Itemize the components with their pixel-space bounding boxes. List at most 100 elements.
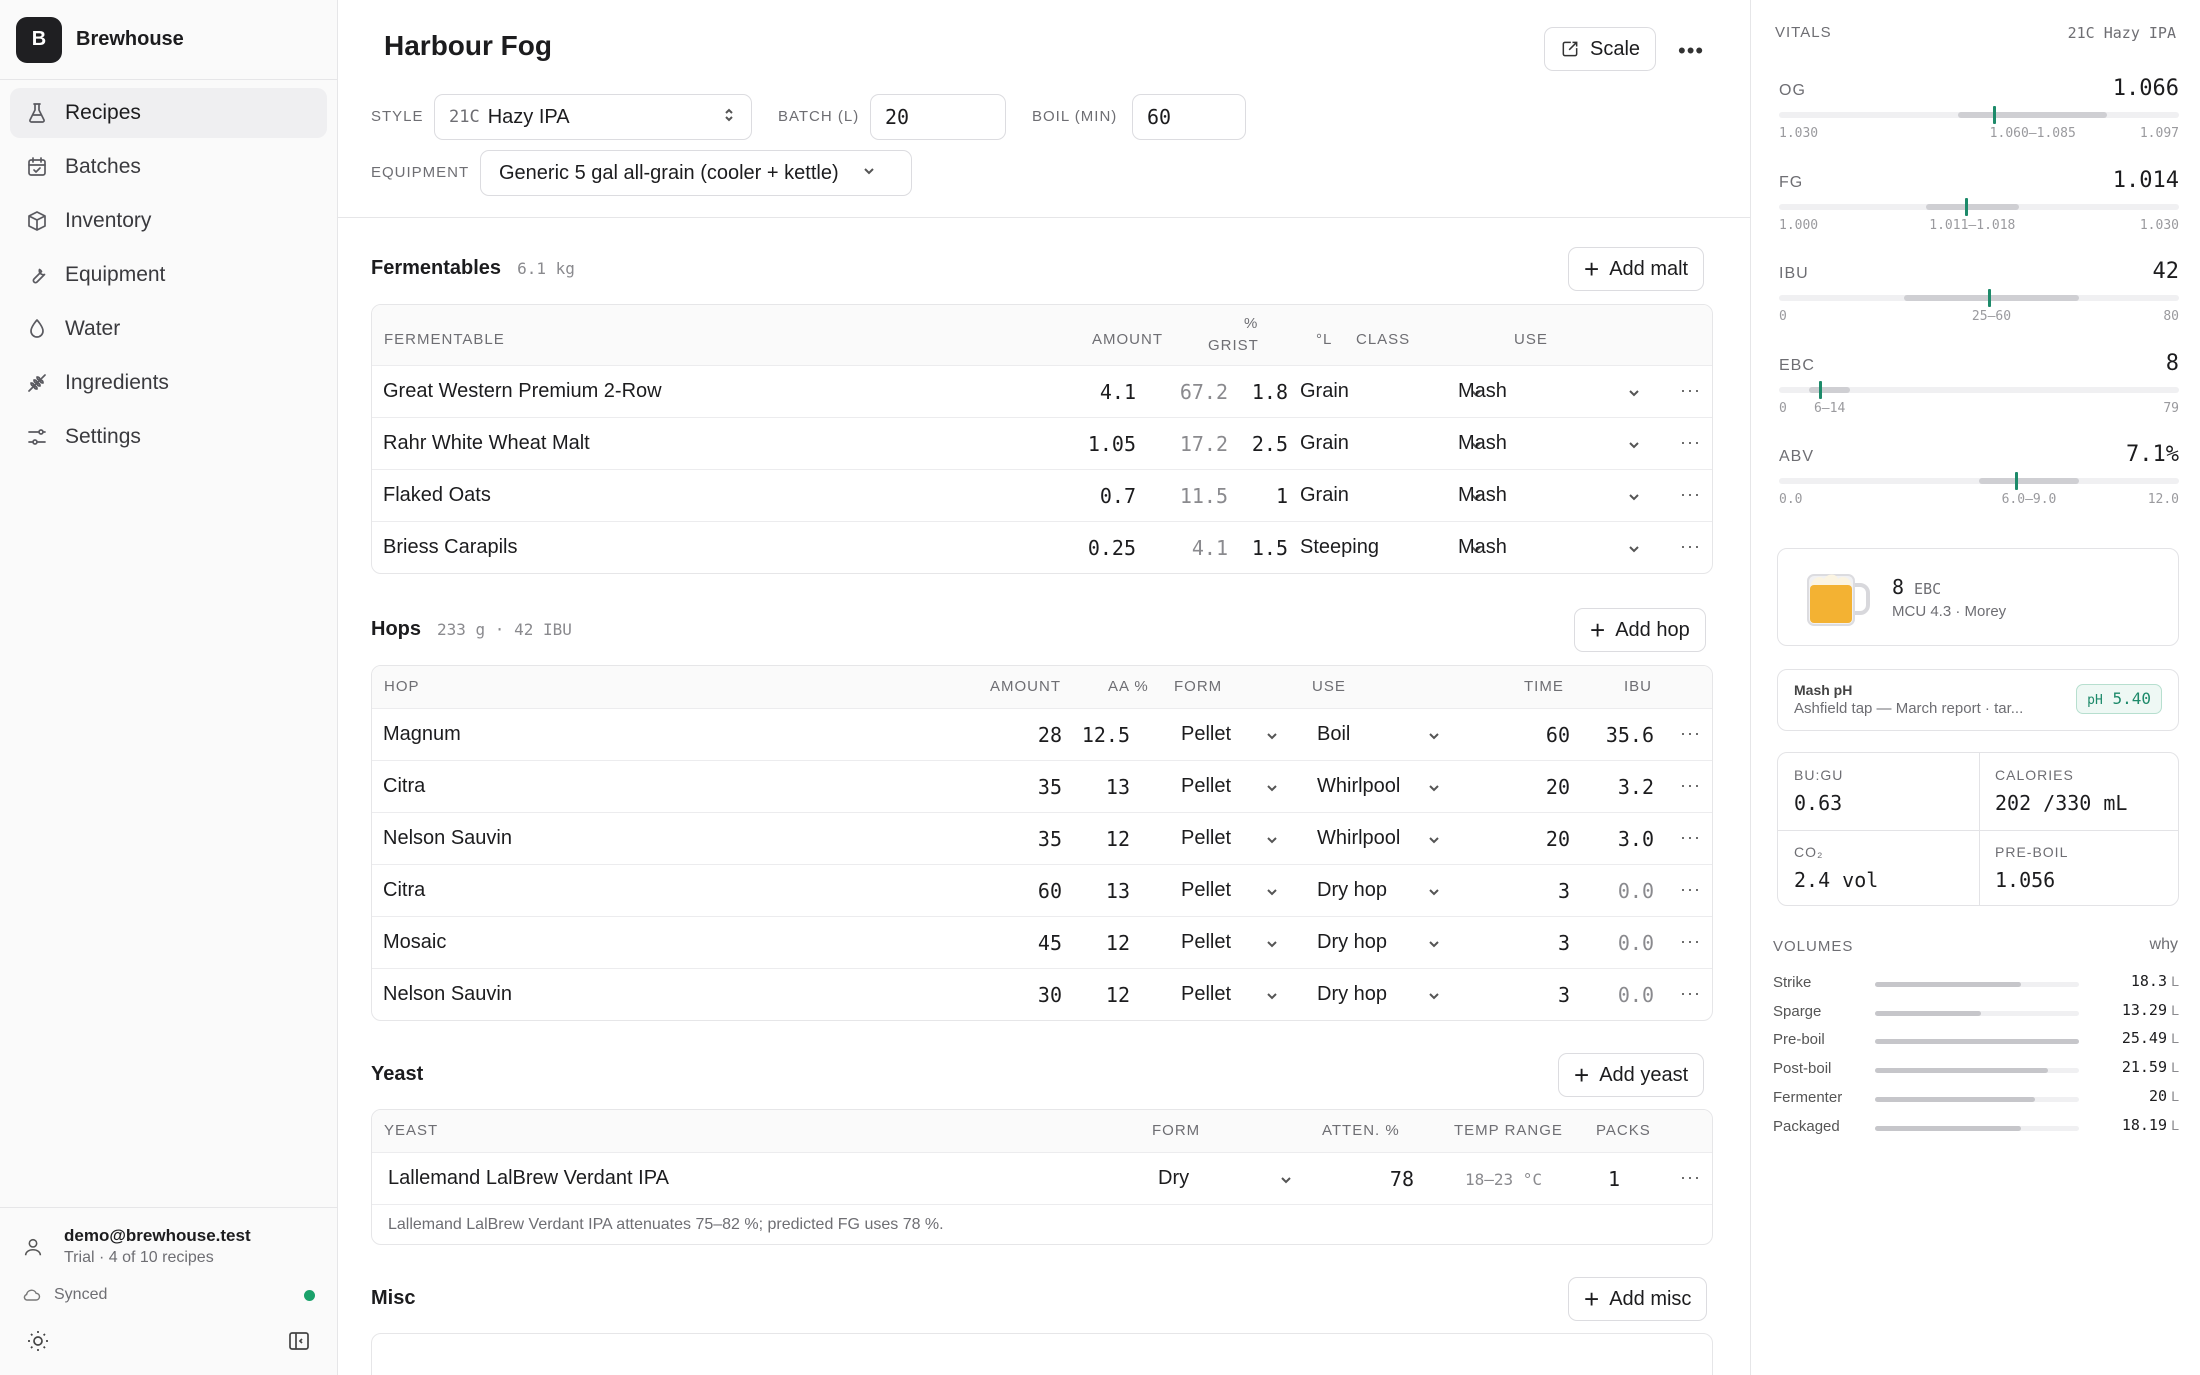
chevron-down-icon[interactable]: [1264, 935, 1280, 958]
chevron-down-icon[interactable]: [1264, 987, 1280, 1010]
more-options-icon[interactable]: •••: [1678, 38, 1704, 64]
sidebar-item-water[interactable]: Water: [10, 304, 327, 354]
row-menu-icon[interactable]: ···: [1680, 380, 1701, 401]
hop-time[interactable]: 3: [1502, 983, 1570, 1007]
collapse-sidebar-icon[interactable]: [287, 1329, 311, 1353]
row-menu-icon[interactable]: ···: [1680, 879, 1701, 900]
fermentable-class-select[interactable]: Grain: [1300, 380, 1349, 403]
scale-button[interactable]: Scale: [1544, 27, 1657, 71]
row-menu-icon[interactable]: ···: [1680, 484, 1701, 505]
brand[interactable]: B Brewhouse: [0, 0, 337, 80]
fermentable-class-select[interactable]: Steeping: [1300, 536, 1379, 559]
hop-name[interactable]: Mosaic: [383, 931, 446, 954]
fermentable-class-select[interactable]: Grain: [1300, 484, 1349, 507]
add-hop-button[interactable]: + Add hop: [1574, 608, 1706, 652]
hop-use-select[interactable]: Whirlpool: [1317, 827, 1400, 850]
chevron-down-icon[interactable]: [1426, 727, 1442, 750]
add-yeast-button[interactable]: + Add yeast: [1558, 1053, 1705, 1097]
table-row[interactable]: Mosaic 45 12 Pellet Dry hop 3 0.0 ···: [372, 916, 1712, 968]
yeast-packs[interactable]: 1: [1572, 1167, 1620, 1191]
hop-alpha-acid[interactable]: 12: [1072, 931, 1130, 955]
fermentable-amount[interactable]: 0.25: [1036, 536, 1136, 560]
hop-name[interactable]: Nelson Sauvin: [383, 983, 512, 1006]
chevron-down-icon[interactable]: [1278, 1171, 1294, 1194]
table-row[interactable]: Nelson Sauvin 35 12 Pellet Whirlpool 20 3.0 ···: [372, 812, 1712, 864]
row-menu-icon[interactable]: ···: [1680, 931, 1701, 952]
hop-use-select[interactable]: Whirlpool: [1317, 775, 1400, 798]
fermentable-use-select[interactable]: Mash: [1458, 432, 1507, 455]
chevron-down-icon[interactable]: [1626, 540, 1642, 563]
yeast-name[interactable]: Lallemand LalBrew Verdant IPA: [388, 1167, 669, 1190]
yeast-form-select[interactable]: Dry: [1158, 1167, 1189, 1190]
fermentable-lovibond[interactable]: 1.5: [1238, 536, 1288, 560]
chevron-down-icon[interactable]: [1626, 436, 1642, 459]
hop-use-select[interactable]: Dry hop: [1317, 983, 1387, 1006]
fermentable-lovibond[interactable]: 2.5: [1238, 432, 1288, 456]
fermentable-lovibond[interactable]: 1: [1238, 484, 1288, 508]
hop-alpha-acid[interactable]: 12: [1072, 827, 1130, 851]
hop-amount[interactable]: 35: [982, 827, 1062, 851]
table-row[interactable]: Flaked Oats 0.7 11.5 1 Grain Mash ···: [372, 469, 1712, 521]
sidebar-item-settings[interactable]: Settings: [10, 412, 327, 462]
hop-use-select[interactable]: Boil: [1317, 723, 1350, 746]
fermentable-name[interactable]: Flaked Oats: [383, 484, 491, 507]
mash-ph-card[interactable]: Mash pH Ashfield tap — March report · ta…: [1777, 669, 2179, 731]
table-row[interactable]: Nelson Sauvin 30 12 Pellet Dry hop 3 0.0 ···: [372, 968, 1712, 1020]
chevron-down-icon[interactable]: [1626, 384, 1642, 407]
add-malt-button[interactable]: + Add malt: [1568, 247, 1705, 291]
row-menu-icon[interactable]: ···: [1680, 723, 1701, 744]
fermentable-lovibond[interactable]: 1.8: [1238, 380, 1288, 404]
row-menu-icon[interactable]: ···: [1680, 1167, 1701, 1188]
hop-time[interactable]: 20: [1502, 827, 1570, 851]
table-row[interactable]: Rahr White Wheat Malt 1.05 17.2 2.5 Grain Mas…: [372, 417, 1712, 469]
fermentable-use-select[interactable]: Mash: [1458, 536, 1507, 559]
fermentable-use-select[interactable]: Mash: [1458, 484, 1507, 507]
hop-name[interactable]: Citra: [383, 775, 425, 798]
hop-form-select[interactable]: Pellet: [1181, 931, 1231, 954]
table-row[interactable]: Great Western Premium 2-Row 4.1 67.2 1.8 Gra…: [372, 365, 1712, 417]
hop-alpha-acid[interactable]: 13: [1072, 775, 1130, 799]
sidebar-item-equipment[interactable]: Equipment: [10, 250, 327, 300]
sidebar-item-ingredients[interactable]: Ingredients: [10, 358, 327, 408]
batch-size-input[interactable]: 20: [870, 94, 1006, 140]
add-misc-button[interactable]: + Add misc: [1568, 1277, 1708, 1321]
table-row[interactable]: Citra 35 13 Pellet Whirlpool 20 3.2 ···: [372, 760, 1712, 812]
equipment-select[interactable]: Generic 5 gal all-grain (cooler + kettle…: [480, 150, 912, 196]
fermentable-use-select[interactable]: Mash: [1458, 380, 1507, 403]
chevron-down-icon[interactable]: [1426, 831, 1442, 854]
sidebar-item-batches[interactable]: Batches: [10, 142, 327, 192]
recipe-title[interactable]: Harbour Fog: [384, 30, 552, 62]
volumes-why-link[interactable]: why: [2150, 936, 2178, 954]
hop-use-select[interactable]: Dry hop: [1317, 879, 1387, 902]
hop-time[interactable]: 3: [1502, 931, 1570, 955]
boil-time-input[interactable]: 60: [1132, 94, 1246, 140]
chevron-down-icon[interactable]: [1264, 883, 1280, 906]
table-row[interactable]: Magnum 28 12.5 Pellet Boil 60 35.6 ···: [372, 708, 1712, 760]
hop-amount[interactable]: 35: [982, 775, 1062, 799]
hop-alpha-acid[interactable]: 12.5: [1072, 723, 1130, 747]
chevron-down-icon[interactable]: [1264, 727, 1280, 750]
chevron-down-icon[interactable]: [1264, 831, 1280, 854]
row-menu-icon[interactable]: ···: [1680, 983, 1701, 1004]
hop-amount[interactable]: 28: [982, 723, 1062, 747]
fermentable-amount[interactable]: 4.1: [1036, 380, 1136, 404]
hop-form-select[interactable]: Pellet: [1181, 983, 1231, 1006]
sidebar-item-inventory[interactable]: Inventory: [10, 196, 327, 246]
hop-name[interactable]: Magnum: [383, 723, 461, 746]
hop-time[interactable]: 20: [1502, 775, 1570, 799]
hop-amount[interactable]: 60: [982, 879, 1062, 903]
row-menu-icon[interactable]: ···: [1680, 536, 1701, 557]
hop-alpha-acid[interactable]: 13: [1072, 879, 1130, 903]
table-row[interactable]: Briess Carapils 0.25 4.1 1.5 Steeping Mash ···: [372, 521, 1712, 573]
table-row[interactable]: Lallemand LalBrew Verdant IPA Dry 78 18–…: [372, 1152, 1712, 1204]
chevron-down-icon[interactable]: [1426, 935, 1442, 958]
user-account[interactable]: demo@brewhouse.test Trial · 4 of 10 reci…: [0, 1208, 337, 1277]
table-row[interactable]: Citra 60 13 Pellet Dry hop 3 0.0 ···: [372, 864, 1712, 916]
hop-name[interactable]: Citra: [383, 879, 425, 902]
row-menu-icon[interactable]: ···: [1680, 827, 1701, 848]
row-menu-icon[interactable]: ···: [1680, 432, 1701, 453]
hop-form-select[interactable]: Pellet: [1181, 827, 1231, 850]
chevron-down-icon[interactable]: [1264, 779, 1280, 802]
hop-time[interactable]: 3: [1502, 879, 1570, 903]
sun-icon[interactable]: [26, 1329, 50, 1353]
